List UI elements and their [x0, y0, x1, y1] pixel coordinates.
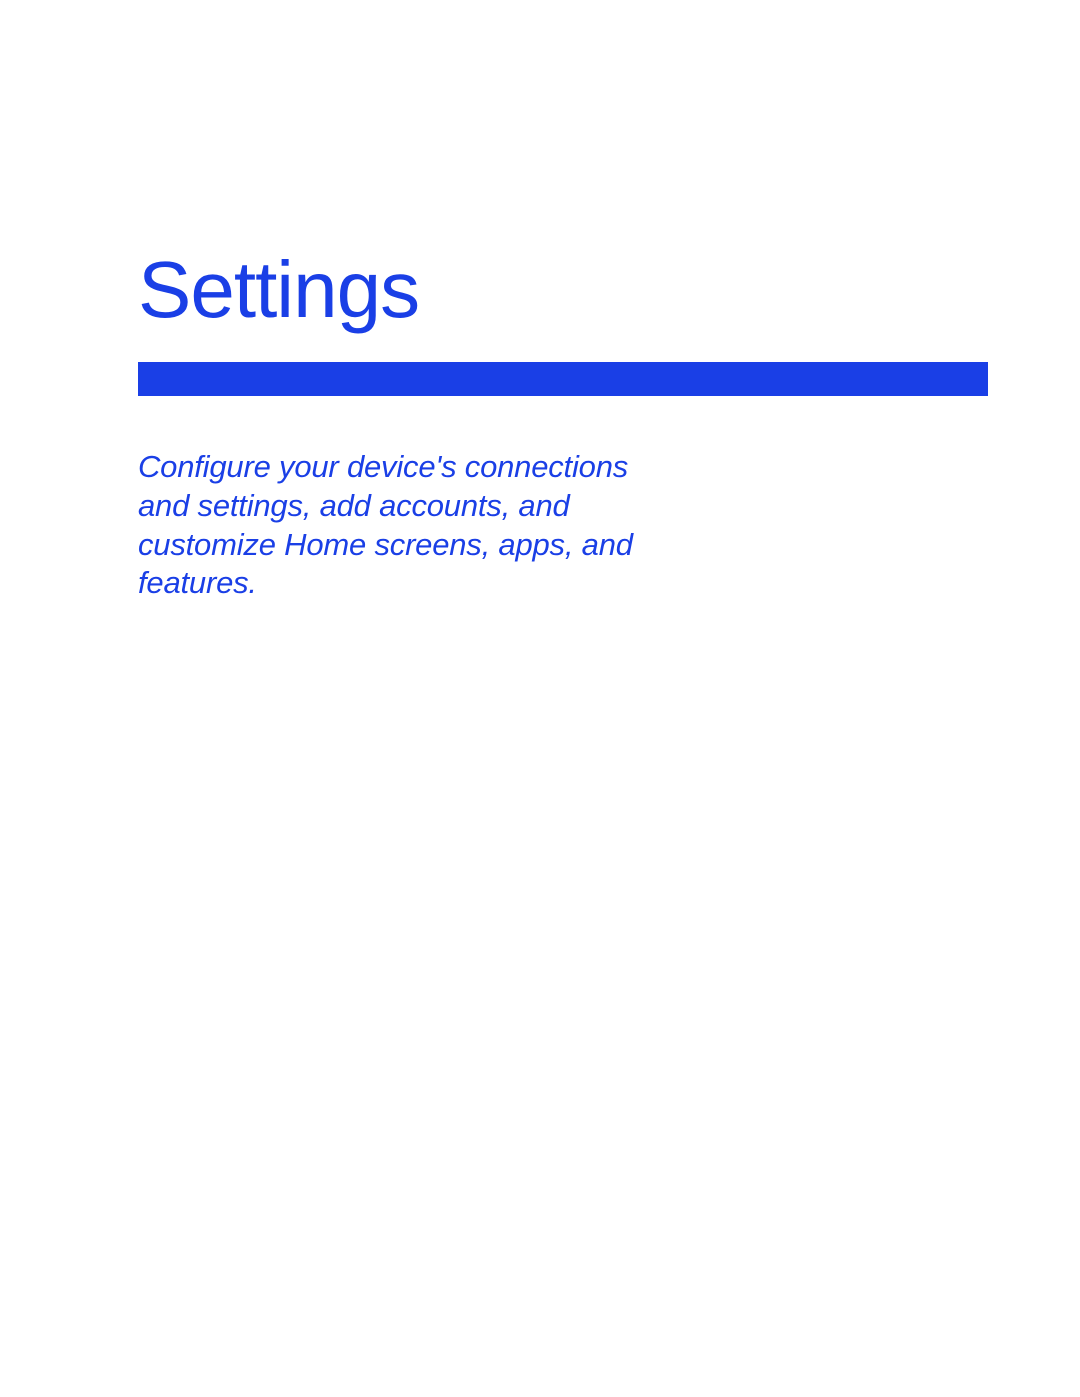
page-description: Configure your device's connections and … [138, 448, 638, 603]
page-title: Settings [138, 244, 419, 336]
title-underline-bar [138, 362, 988, 396]
